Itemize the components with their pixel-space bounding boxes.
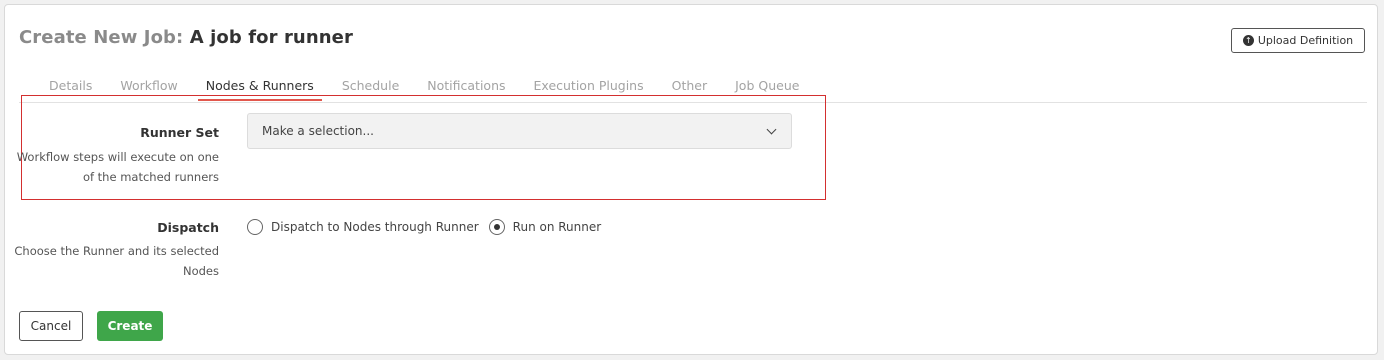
- runner-set-select-value: Make a selection...: [262, 124, 374, 138]
- radio-dispatch-nodes[interactable]: [247, 219, 263, 235]
- chevron-down-icon: [766, 124, 777, 135]
- radio-run-on-runner[interactable]: [488, 219, 505, 235]
- runner-set-select[interactable]: Make a selection...: [247, 113, 792, 149]
- radio-dispatch-nodes-label[interactable]: Dispatch to Nodes through Runner: [271, 220, 479, 234]
- upload-icon: ↑: [1242, 35, 1254, 46]
- runner-set-help: Workflow steps will execute on one of th…: [16, 150, 219, 184]
- radio-run-on-runner-label[interactable]: Run on Runner: [513, 220, 602, 234]
- upload-definition-label: Upload Definition: [1257, 34, 1354, 47]
- upload-definition-button[interactable]: ↑ Upload Definition: [1231, 28, 1365, 53]
- create-button[interactable]: Create: [97, 311, 163, 341]
- dispatch-help: Choose the Runner and its selected Nodes: [14, 244, 219, 278]
- dispatch-label: Dispatch: [157, 220, 219, 235]
- job-name: A job for runner: [189, 27, 353, 48]
- cancel-button[interactable]: Cancel: [19, 311, 83, 341]
- radio-selected-dot: [493, 224, 500, 230]
- runner-set-label: Runner Set: [140, 125, 219, 140]
- page-title: Create New Job: A job for runner: [19, 27, 353, 48]
- dispatch-radio-group: Dispatch to Nodes through Runner Run on …: [247, 219, 611, 235]
- job-form-card: Create New Job: A job for runner ↑ Uploa…: [4, 4, 1378, 355]
- title-prefix: Create New Job:: [19, 27, 184, 48]
